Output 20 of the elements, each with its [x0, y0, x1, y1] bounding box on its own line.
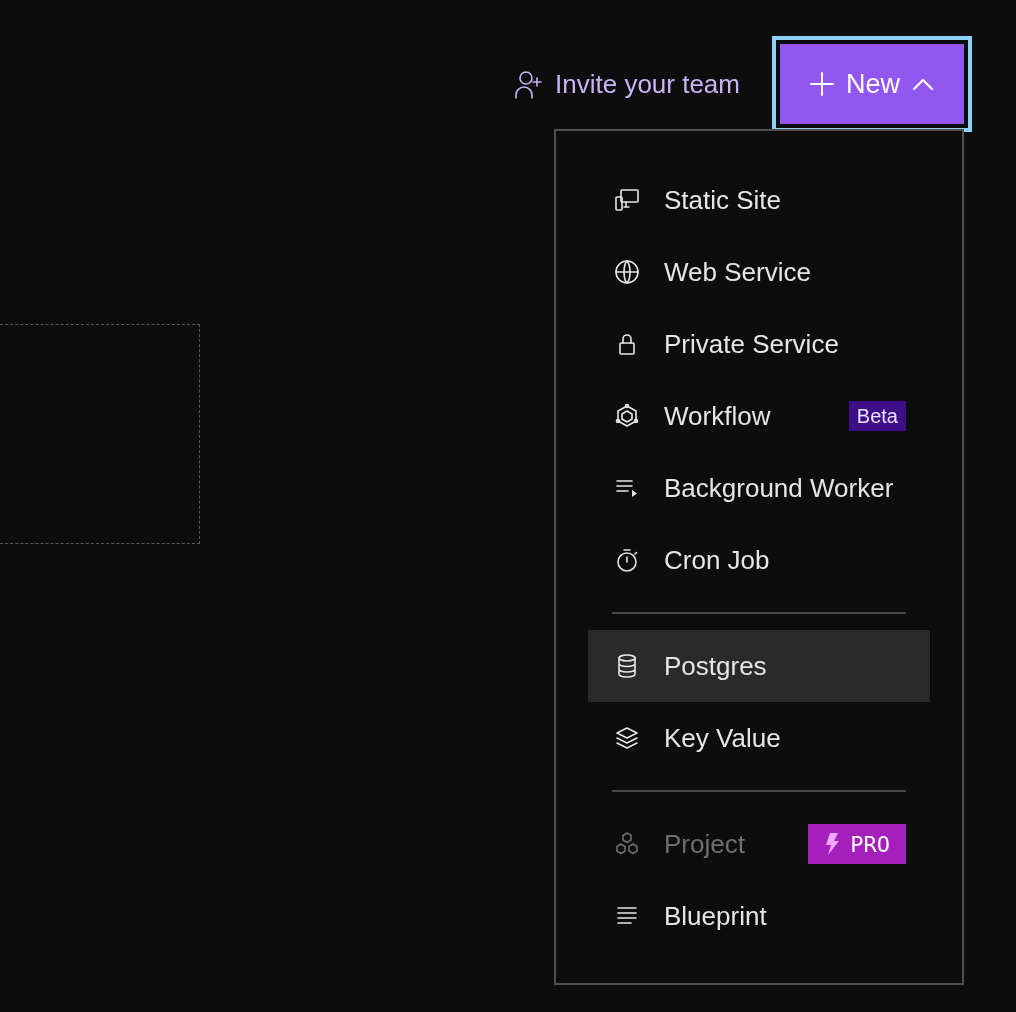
menu-item[interactable]: Background Worker: [588, 452, 930, 524]
plus-icon: [810, 72, 834, 96]
layers-icon: [613, 724, 641, 752]
menu-item[interactable]: Key Value: [588, 702, 930, 774]
hexagon-network-icon: [613, 402, 641, 430]
menu-item[interactable]: Cron Job: [588, 524, 930, 596]
invite-link[interactable]: Invite your team: [513, 64, 740, 104]
menu-item[interactable]: Web Service: [588, 236, 930, 308]
menu-item[interactable]: Workflow Beta: [588, 380, 930, 452]
new-button[interactable]: New: [780, 44, 964, 124]
menu-item[interactable]: Blueprint: [588, 880, 930, 952]
pro-label: PRO: [850, 830, 890, 859]
menu-item[interactable]: Postgres: [588, 630, 930, 702]
add-user-icon: [513, 68, 545, 100]
globe-icon: [613, 258, 641, 286]
beta-badge: Beta: [848, 401, 906, 431]
monitor-icon: [613, 186, 641, 214]
menu-item[interactable]: Private Service: [588, 308, 930, 380]
lightning-icon: [824, 833, 841, 855]
menu-item[interactable]: Static Site: [588, 164, 930, 236]
